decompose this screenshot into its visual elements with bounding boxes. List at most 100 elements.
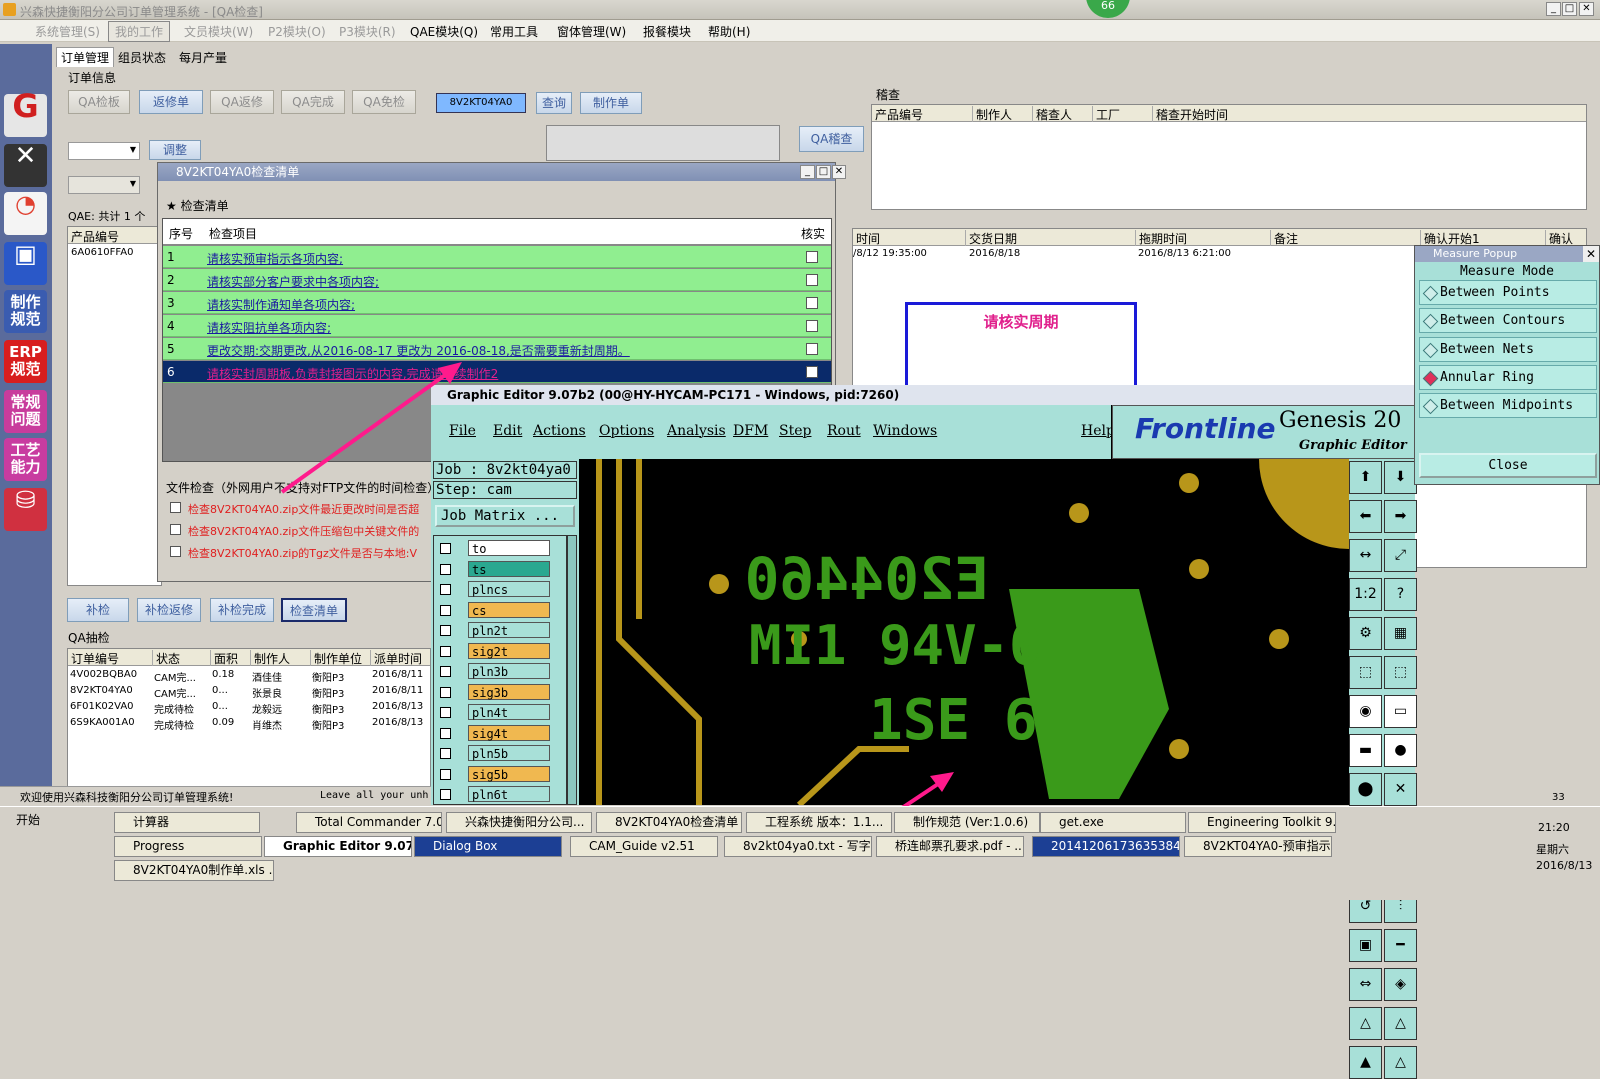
make-doc-button[interactable]: 制作单 [580, 92, 642, 114]
taskbar-item[interactable]: Progress [114, 836, 262, 857]
qa-rework-button[interactable]: QA返修 [210, 90, 274, 114]
verify-checkbox[interactable] [806, 320, 818, 332]
layer-checkbox[interactable] [440, 563, 451, 575]
layer-checkbox[interactable] [440, 584, 451, 595]
taskbar-item[interactable]: get.exe [1040, 812, 1186, 833]
layer-name[interactable]: ts [468, 560, 550, 577]
taskbar-item[interactable]: 8v2kt04ya0.txt - 写字板 [724, 836, 872, 857]
taskbar-item[interactable]: 8V2KT04YA0制作单.xls ... [114, 860, 274, 881]
qa-sample-cell[interactable]: 完成待检 [154, 717, 194, 732]
recheck-complete-button[interactable]: 补检完成 [210, 598, 274, 622]
qa-sample-cell[interactable]: 酒佳佳 [252, 669, 282, 684]
file-check-1[interactable]: 检查8V2KT04YA0.zip文件最近更改时间是否超 [170, 501, 419, 517]
measure-between-points[interactable]: Between Points [1419, 280, 1597, 305]
file-check-2[interactable]: 检查8V2KT04YA0.zip文件压缩包中关键文件的 [170, 523, 419, 539]
measure-between-contours[interactable]: Between Contours [1419, 308, 1597, 333]
layer-row[interactable]: pln6t [436, 786, 554, 803]
row-item-link[interactable]: 请核实部分客户要求中各项内容; [207, 273, 379, 290]
tool-icon[interactable]: ⬚ [1349, 656, 1382, 689]
file-check-3[interactable]: 检查8V2KT04YA0.zip的Tgz文件是否与本地:V [170, 545, 417, 561]
verify-checkbox[interactable] [806, 343, 818, 355]
sidebar-item-process[interactable]: 工艺能力 [4, 438, 47, 481]
layer-row[interactable]: sig5b [436, 765, 554, 783]
tab-monthly-output[interactable]: 每月产量 [179, 49, 227, 66]
tool-icon[interactable]: ▭ [1384, 695, 1417, 728]
order-grid-cell-time[interactable]: /8/12 19:35:00 [853, 248, 927, 259]
layer-row[interactable]: pln4t [436, 704, 554, 721]
tool-icon[interactable]: ▦ [1384, 617, 1417, 650]
qa-sample-cell[interactable]: 4V002BQBA0 [70, 669, 137, 680]
menu-file[interactable]: File [449, 423, 476, 439]
menu-p2[interactable]: P2模块(O) [268, 23, 326, 40]
adjust-button[interactable]: 调整 [149, 140, 201, 160]
menu-windows[interactable]: Windows [873, 423, 937, 439]
qa-sample-cell[interactable]: 6S9KA001A0 [70, 717, 135, 728]
layer-name[interactable]: plncs [468, 581, 550, 597]
menu-clerk[interactable]: 文员模块(W) [184, 23, 253, 40]
tool-icon[interactable]: △ [1384, 1046, 1417, 1079]
qa-sample-cell[interactable]: 8V2KT04YA0 [70, 685, 133, 696]
qa-exempt-button[interactable]: QA免检 [352, 90, 416, 114]
taskbar-item[interactable]: Engineering Toolkit 9.0... [1188, 812, 1336, 833]
checklist-row[interactable]: 4 请核实阻抗单各项内容; [163, 315, 831, 337]
job-number-field[interactable]: 8V2KT04YA0 [436, 93, 526, 113]
layer-checkbox[interactable] [440, 707, 451, 718]
tool-icon[interactable]: ▲ [1349, 1046, 1382, 1079]
layer-name[interactable]: pln3b [468, 663, 550, 679]
layer-row[interactable]: sig3b [436, 683, 554, 701]
tool-icon[interactable]: ◉ [1349, 695, 1382, 728]
query-button[interactable]: 查询 [536, 92, 572, 114]
dialog-maximize-button[interactable]: □ [816, 165, 831, 179]
checklist-button[interactable]: 检查清单 [281, 598, 347, 622]
taskbar-item[interactable]: 桥连邮票孔要求.pdf - ... [876, 836, 1024, 857]
menu-dfm[interactable]: DFM [733, 423, 768, 439]
layer-row[interactable]: cs [436, 601, 554, 619]
tool-icon[interactable]: ⬇ [1384, 461, 1417, 494]
maximize-button[interactable]: □ [1562, 2, 1577, 16]
database-icon[interactable]: ⛁ [4, 488, 47, 531]
verify-checkbox[interactable] [806, 251, 818, 263]
sidebar-item-issues[interactable]: 常规问题 [4, 390, 47, 433]
file-check-box[interactable] [170, 502, 181, 513]
qa-sample-cell[interactable]: 6F01K02VA0 [70, 701, 134, 712]
rework-order-button[interactable]: 返修单 [139, 90, 203, 114]
measure-between-midpoints[interactable]: Between Midpoints [1419, 393, 1597, 418]
layer-name[interactable]: sig5b [468, 765, 550, 782]
layer-row[interactable]: pln3b [436, 663, 554, 680]
layer-checkbox[interactable] [440, 768, 451, 780]
logo-icon[interactable]: G [4, 90, 47, 137]
layer-checkbox[interactable] [440, 727, 451, 739]
menu-analysis[interactable]: Analysis [667, 423, 726, 439]
sidebar-item-erp[interactable]: ERP规范 [4, 340, 47, 383]
row-item-link[interactable]: 请核实封周期板,负责封接图示的内容,完成请继续制作2 [207, 365, 498, 382]
qa-sample-cell[interactable]: CAM完... [154, 669, 196, 684]
measure-close-button[interactable]: Close [1419, 453, 1597, 478]
qa-sample-cell[interactable]: 2016/8/13 [372, 717, 423, 728]
qa-sample-cell[interactable]: 2016/8/11 [372, 685, 423, 696]
qae-row-value[interactable]: 6A0610FFA0 [71, 247, 133, 258]
menu-edit[interactable]: Edit [493, 423, 522, 439]
tool-icon[interactable]: ⬆ [1349, 461, 1382, 494]
order-grid-cell-delay[interactable]: 2016/8/13 6:21:00 [1138, 248, 1231, 259]
tool-icon[interactable]: ● [1384, 734, 1417, 767]
taskbar-item[interactable]: 8V2KT04YA0-预审指示... [1184, 836, 1332, 857]
checklist-row[interactable]: 1 请核实预审指示各项内容; [163, 246, 831, 268]
verify-checkbox[interactable] [806, 274, 818, 286]
qa-sample-cell[interactable]: 衡阳P3 [312, 685, 344, 700]
tab-member-status[interactable]: 组员状态 [118, 49, 166, 66]
menu-windows[interactable]: 窗体管理(W) [557, 23, 626, 40]
menu-step[interactable]: Step [779, 423, 811, 439]
dialog-minimize-button[interactable]: _ [800, 165, 815, 179]
layer-checkbox[interactable] [440, 625, 451, 636]
taskbar-item[interactable]: Dialog Box [414, 836, 562, 857]
layer-name[interactable]: pln6t [468, 786, 550, 802]
tool-icon[interactable]: ➡ [1384, 500, 1417, 533]
layer-name[interactable]: to [468, 540, 550, 556]
tool-icon[interactable]: △ [1384, 1007, 1417, 1040]
layer-scrollbar[interactable] [567, 535, 577, 805]
checklist-row[interactable]: 5 更改交期:交期更改,从2016-08-17 更改为 2016-08-18,是否… [163, 338, 831, 360]
layer-name[interactable]: sig3b [468, 683, 550, 700]
tools-icon[interactable]: ✕ [4, 143, 47, 187]
close-button[interactable]: ✕ [1579, 2, 1594, 16]
qa-check-button[interactable]: QA检板 [68, 90, 130, 114]
